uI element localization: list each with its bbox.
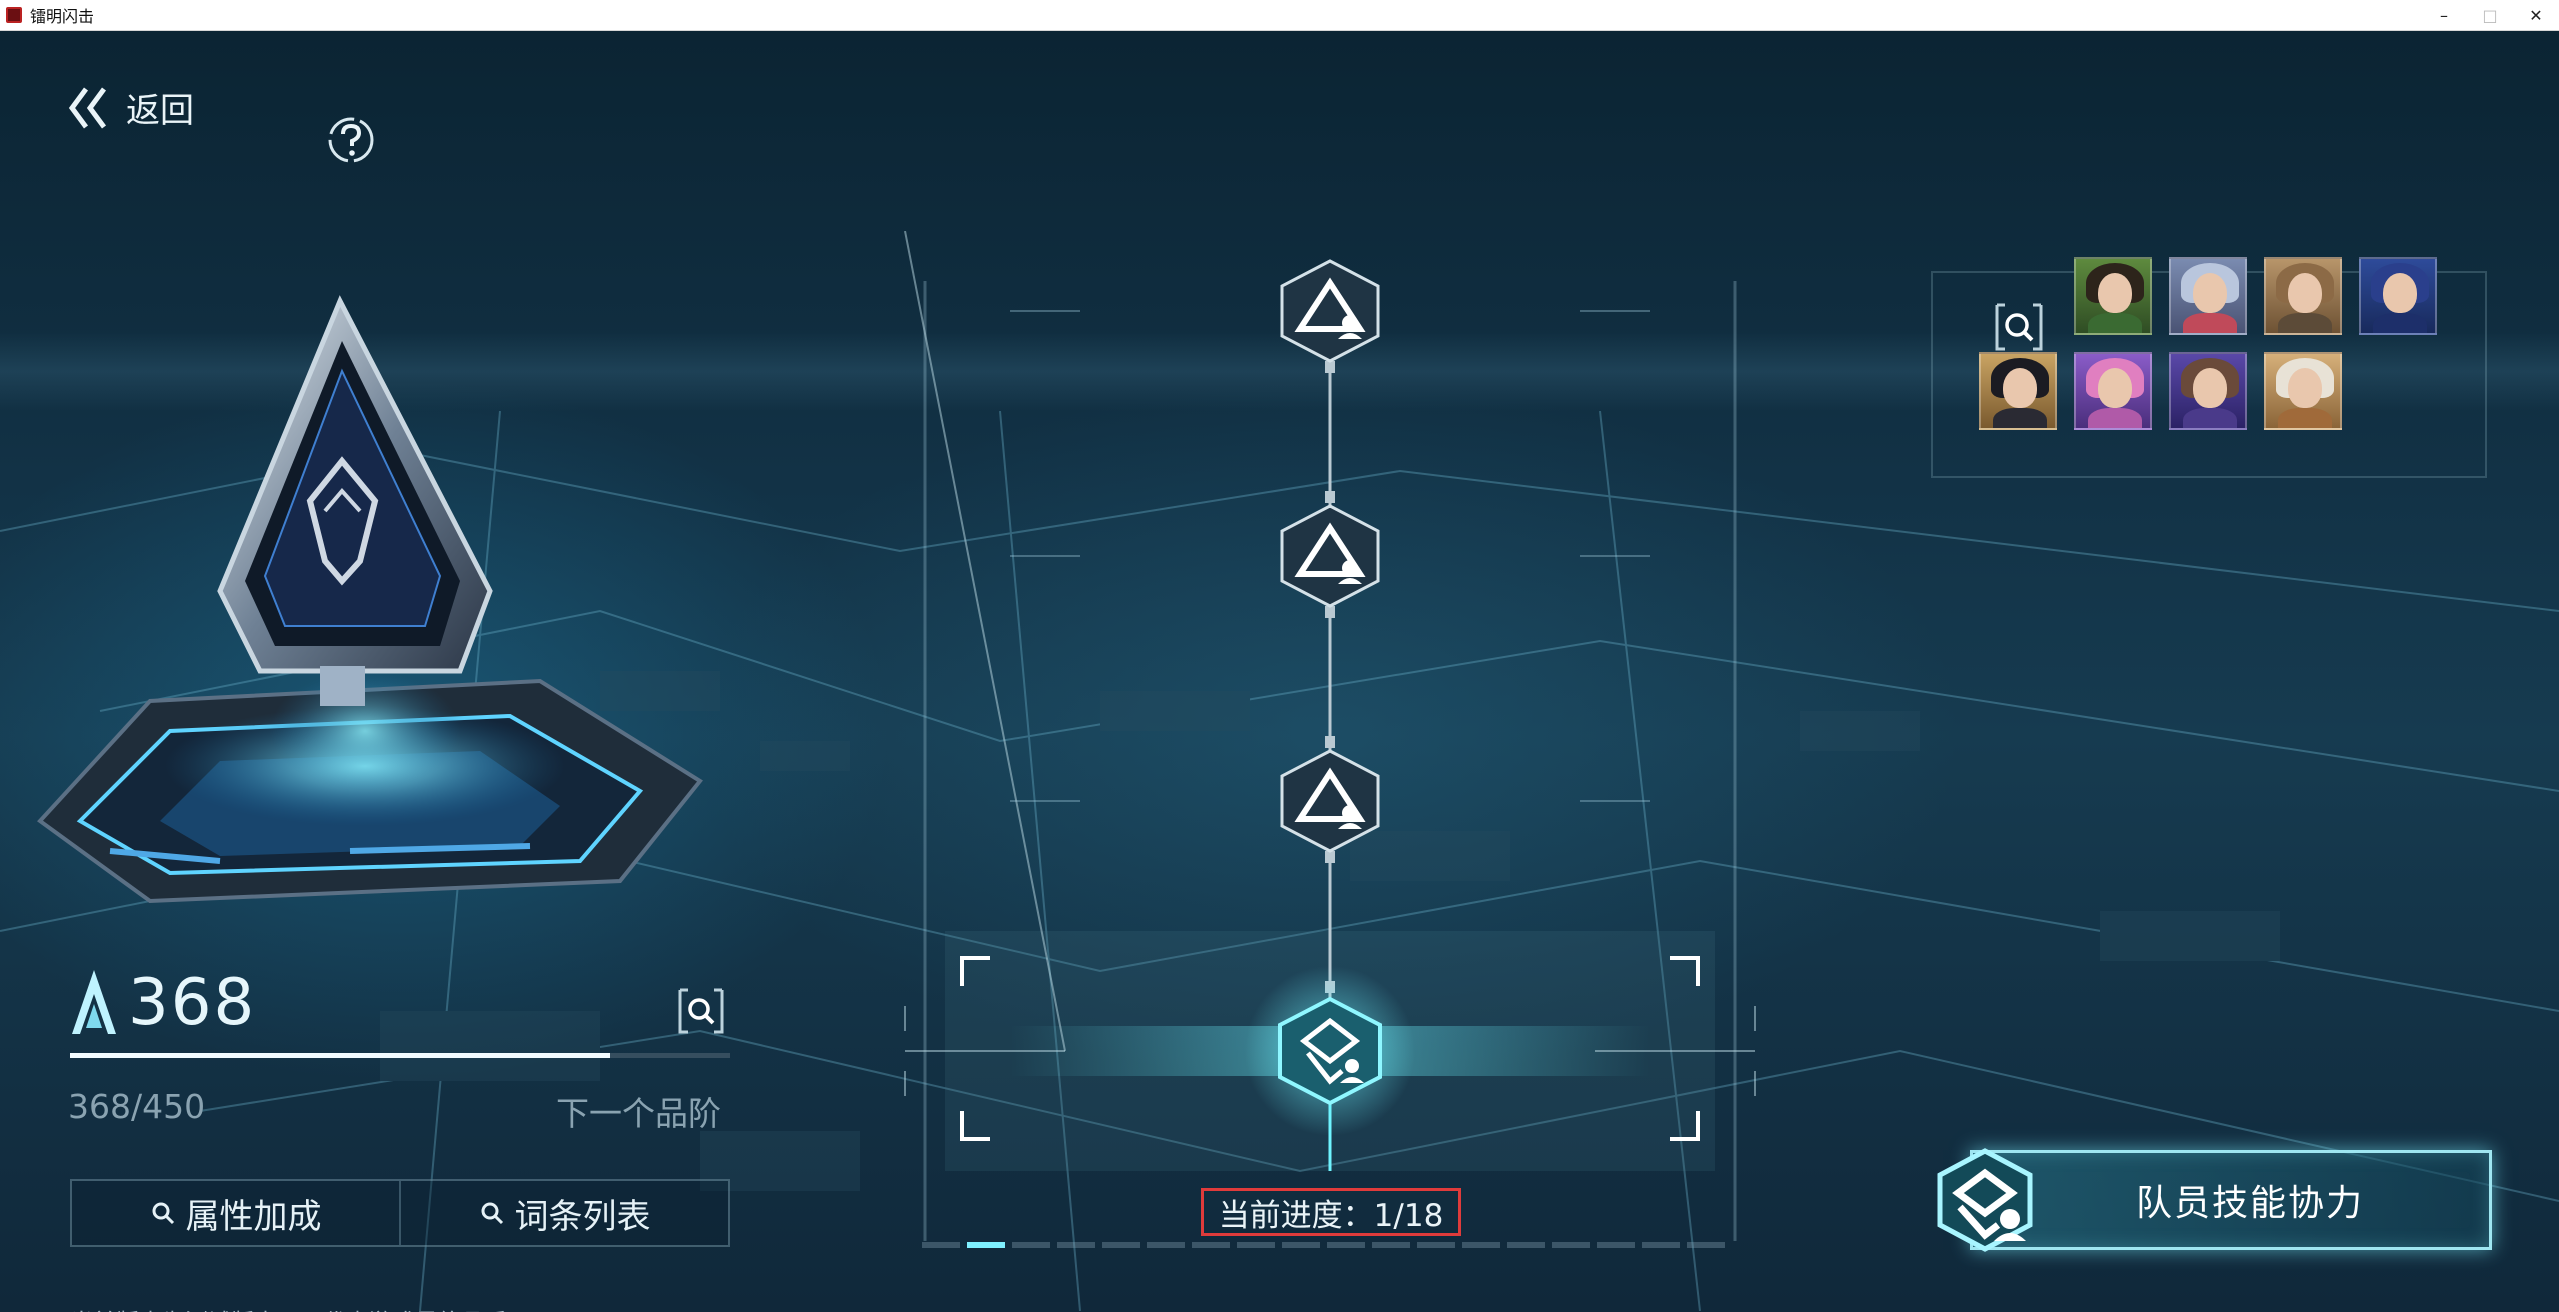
artifact-tab-bar: 属性加成 词条列表 — [70, 1179, 730, 1247]
game-viewport: 返回 368 368/450 下一个品阶 属性加成 词条列表 当前进度：1/18… — [0, 31, 2559, 1312]
skill-node-locked — [1280, 259, 1380, 363]
question-icon[interactable] — [326, 115, 376, 165]
artifact-progress-fill — [70, 1053, 610, 1058]
team-member-avatar[interactable] — [2169, 352, 2247, 430]
app-icon — [6, 7, 22, 23]
page-indicator-dot[interactable] — [1597, 1242, 1635, 1248]
next-tier-link[interactable]: 下一个品阶 — [556, 1087, 721, 1135]
page-indicator-dot[interactable] — [1282, 1242, 1320, 1248]
page-indicator-dot[interactable] — [1417, 1242, 1455, 1248]
team-member-avatar[interactable] — [2264, 352, 2342, 430]
artifact-score: 368 — [128, 966, 257, 1040]
skill-page-indicator — [922, 1242, 1725, 1248]
double-chevron-left-icon — [68, 87, 107, 128]
tab-label: 词条列表 — [514, 1196, 651, 1237]
close-button[interactable]: ✕ — [2513, 0, 2559, 31]
team-member-avatar[interactable] — [2074, 257, 2152, 335]
page-indicator-dot[interactable] — [1462, 1242, 1500, 1248]
back-button[interactable]: 返回 — [68, 83, 194, 132]
search-icon — [481, 1202, 503, 1225]
skill-progress-label: 当前进度：1/18 — [1201, 1188, 1461, 1236]
window-title: 镭明闪击 — [30, 7, 95, 26]
tab-attribute-bonus[interactable]: 属性加成 — [72, 1181, 399, 1245]
search-icon[interactable] — [1993, 301, 2045, 353]
page-indicator-dot[interactable] — [922, 1242, 960, 1248]
skill-tree — [904, 231, 1756, 1241]
page-indicator-dot[interactable] — [1687, 1242, 1725, 1248]
page-indicator-dot[interactable] — [1057, 1242, 1095, 1248]
team-skill-synergy-button[interactable]: 队员技能协力 — [1930, 1148, 2492, 1252]
page-indicator-dot[interactable] — [1012, 1242, 1050, 1248]
back-label: 返回 — [126, 91, 194, 131]
skill-node-locked — [1280, 749, 1380, 853]
artifact-score-row: 368 — [68, 966, 256, 1040]
artifact-chip-illustration — [37, 295, 703, 904]
tier-a-icon — [72, 970, 116, 1034]
page-indicator-dot[interactable] — [1147, 1242, 1185, 1248]
version-disclaimer: 当前版本为测试版本，不代表游戏最终品质 — [70, 1303, 507, 1312]
team-member-avatar[interactable] — [2359, 257, 2437, 335]
page-indicator-dot[interactable] — [1372, 1242, 1410, 1248]
artifact-inspect-button[interactable] — [676, 986, 726, 1036]
page-indicator-dot[interactable] — [1102, 1242, 1140, 1248]
search-icon — [152, 1202, 174, 1225]
tab-label: 属性加成 — [185, 1196, 322, 1237]
tab-entry-list[interactable]: 词条列表 — [399, 1181, 728, 1245]
team-member-avatar[interactable] — [1979, 352, 2057, 430]
page-indicator-dot[interactable] — [1642, 1242, 1680, 1248]
window-titlebar: 镭明闪击 – □ ✕ — [0, 0, 2559, 31]
skill-node-locked — [1280, 504, 1380, 608]
page-indicator-dot[interactable] — [1237, 1242, 1275, 1248]
artifact-progress-text: 368/450 — [68, 1087, 206, 1126]
page-indicator-dot[interactable] — [1327, 1242, 1365, 1248]
page-indicator-dot[interactable] — [1552, 1242, 1590, 1248]
skill-button-label: 队员技能协力 — [2136, 1183, 2365, 1224]
team-member-avatar[interactable] — [2169, 257, 2247, 335]
minimize-button[interactable]: – — [2421, 0, 2467, 31]
page-indicator-dot[interactable] — [967, 1242, 1005, 1248]
artifact-progress-bar — [70, 1053, 730, 1058]
page-indicator-dot[interactable] — [1192, 1242, 1230, 1248]
team-member-avatar[interactable] — [2264, 257, 2342, 335]
team-member-avatar[interactable] — [2074, 352, 2152, 430]
page-indicator-dot[interactable] — [1507, 1242, 1545, 1248]
window-controls: – □ ✕ — [2421, 0, 2559, 31]
maximize-button[interactable]: □ — [2467, 0, 2513, 31]
skill-synergy-icon — [1937, 1148, 2033, 1252]
